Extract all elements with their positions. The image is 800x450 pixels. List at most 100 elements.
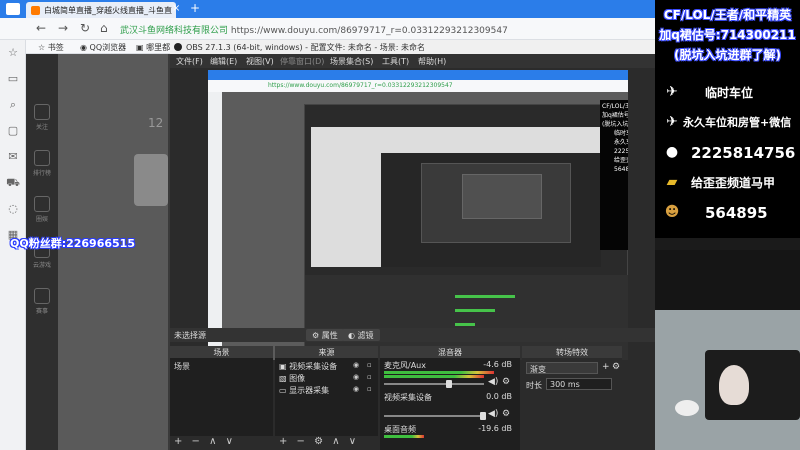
sources-list: ▣ 视频采集设备 ◉ ▫ ▧ 图像 ◉ ▫ ▭ 显示器采集 ◉ ▫ [275,358,378,436]
forward-button[interactable]: → [58,21,68,35]
visibility-eye-icon[interactable]: ◉ [353,373,359,381]
filters-button[interactable]: ◐ 滤镜 [342,329,380,341]
nav-bar: ← → ↻ ⌂ 武汉斗鱼网络科技有限公司 https://www.douyu.c… [0,18,655,40]
cat-icon: ☻ [664,204,680,220]
reload-button[interactable]: ↻ [80,21,90,35]
new-tab-button[interactable]: + [190,1,200,15]
book-icon[interactable]: ▭ [6,72,20,86]
douyu-side-nav: 关注 排行榜 圈娱 云游戏 赛事 [26,54,58,450]
star-icon[interactable]: ☆ [6,46,20,60]
back-button[interactable]: ← [36,21,46,35]
airplane-icon: ✈ [666,84,678,100]
side-label: 关注 [35,124,48,131]
channel-db: -19.6 dB [478,424,512,433]
bookmark-item[interactable]: ☆ 书签 [38,42,64,53]
bookmark-item[interactable]: ◉ QQ浏览器 [80,42,126,53]
home-button[interactable]: ⌂ [100,21,108,35]
obs-logo-icon [174,43,182,51]
promo-row: ✈ 永久车位和房管+微信 [655,112,800,134]
scenes-title: 场景 [170,346,273,358]
tab-close-icon[interactable]: × [172,3,180,14]
menu-docks[interactable]: 停靠窗口(D) [280,56,324,67]
webcam-mouse [675,400,699,416]
chat-icon[interactable]: ◌ [6,202,20,216]
cart-icon[interactable]: ⛟ [6,176,20,190]
mini-line: CF/LOL/王者 [602,103,628,110]
menu-file[interactable]: 文件(F) [176,56,203,67]
nested-sidebar [208,92,222,360]
side-label: 云游戏 [32,262,51,269]
menu-edit[interactable]: 编辑(E) [210,56,237,67]
mixer-title: 混音器 [380,346,520,358]
search-icon[interactable]: ⌕ [6,98,20,112]
speaker-icon[interactable]: ◀) [488,377,498,387]
circle-icon[interactable] [34,196,50,212]
bookmark-item[interactable]: ▣ 哪里都 [136,42,170,53]
no-source-label: 未选择源 [174,331,206,340]
lock-icon[interactable]: ▫ [367,385,372,393]
trophy-icon[interactable] [34,288,50,304]
volume-slider[interactable] [384,415,484,417]
tab-douyu[interactable]: 白城简单直播_穿越火线直播_斗鱼直 [26,2,176,18]
speaker-icon[interactable]: ◀) [488,409,498,419]
volume-meter [384,375,484,378]
game-icon[interactable]: ▢ [6,124,20,138]
mixer-body: 麦克风/Aux -4.6 dB ◀) ⚙ 视频采集设备 0.0 dB ◀) ⚙ … [380,358,520,450]
follower-count: 12 [148,116,164,130]
transitions-title: 转场特效 [522,346,622,358]
lock-icon[interactable]: ▫ [367,373,372,381]
source-item[interactable]: ▧ 图像 [279,373,305,384]
source-item[interactable]: ▣ 视频采集设备 [279,361,337,372]
add-transition-icon[interactable]: + [602,362,610,372]
promo-row: ✈ 临时车位 [655,82,800,104]
heart-icon[interactable] [34,104,50,120]
page-content-area: 12 [58,54,168,450]
scenes-controls[interactable]: + − ∧ ∨ [170,436,273,450]
visibility-eye-icon[interactable]: ◉ [353,361,359,369]
nested-meter [455,323,475,326]
sources-title: 来源 [275,346,378,358]
properties-button[interactable]: ⚙ 属性 [306,329,344,341]
volume-slider-knob[interactable] [446,380,452,388]
scenes-dock: 场景 场景 + − ∧ ∨ [170,346,273,450]
browser-logo-icon [6,3,20,15]
transition-select[interactable]: 渐变 [526,362,598,374]
menu-tools[interactable]: 工具(T) [382,56,409,67]
webcam-feed [655,250,800,450]
sources-controls[interactable]: + − ⚙ ∧ ∨ [275,436,378,450]
obs-preview[interactable]: https://www.douyu.com/86979717_r=0.03312… [208,70,628,360]
mail-icon[interactable]: ✉ [6,150,20,164]
volume-slider[interactable] [384,383,484,385]
qq-fan-group: QQ粉丝群:226966515 [10,237,135,250]
volume-slider-knob[interactable] [480,412,486,420]
image-icon: ▧ [279,374,287,383]
mini-line: 加q裙估号:71 [602,112,628,119]
visibility-eye-icon[interactable]: ◉ [353,385,359,393]
douyu-favicon-icon [31,6,40,15]
lock-icon[interactable]: ▫ [367,361,372,369]
gear-icon[interactable]: ⚙ [502,409,510,419]
duration-input[interactable]: 300 ms [546,378,612,390]
mixer-channel: 桌面音频 -19.6 dB [384,424,512,438]
menu-help[interactable]: 帮助(H) [418,56,446,67]
scene-item[interactable]: 场景 [174,361,190,372]
gear-icon[interactable]: ⚙ [612,362,620,372]
thumbnail[interactable] [134,154,168,206]
channel-name: 桌面音频 [384,425,416,434]
rank-icon[interactable] [34,150,50,166]
menu-scene-collection[interactable]: 场景集合(S) [330,56,373,67]
sources-dock: 来源 ▣ 视频采集设备 ◉ ▫ ▧ 图像 ◉ ▫ ▭ 显示器采集 ◉ ▫ + −… [275,346,378,450]
promo-row: ▰ 给歪歪频道马甲 [655,172,800,194]
promo-row: ☻ 564895 [655,202,800,224]
webcam-background [655,250,800,310]
nested-meter [455,309,495,312]
source-item[interactable]: ▭ 显示器采集 [279,385,329,396]
webcam-desk [655,310,800,450]
camera-icon: ▣ [279,362,287,371]
address-bar[interactable]: 武汉斗鱼网络科技有限公司 https://www.douyu.com/86979… [120,21,600,37]
obs-titlebar: OBS 27.1.3 (64-bit, windows) - 配置文件: 未命名… [170,40,655,54]
penguin-icon: ● [665,144,679,160]
duration-label: 时长 [526,381,542,390]
menu-view[interactable]: 视图(V) [246,56,274,67]
gear-icon[interactable]: ⚙ [502,377,510,387]
